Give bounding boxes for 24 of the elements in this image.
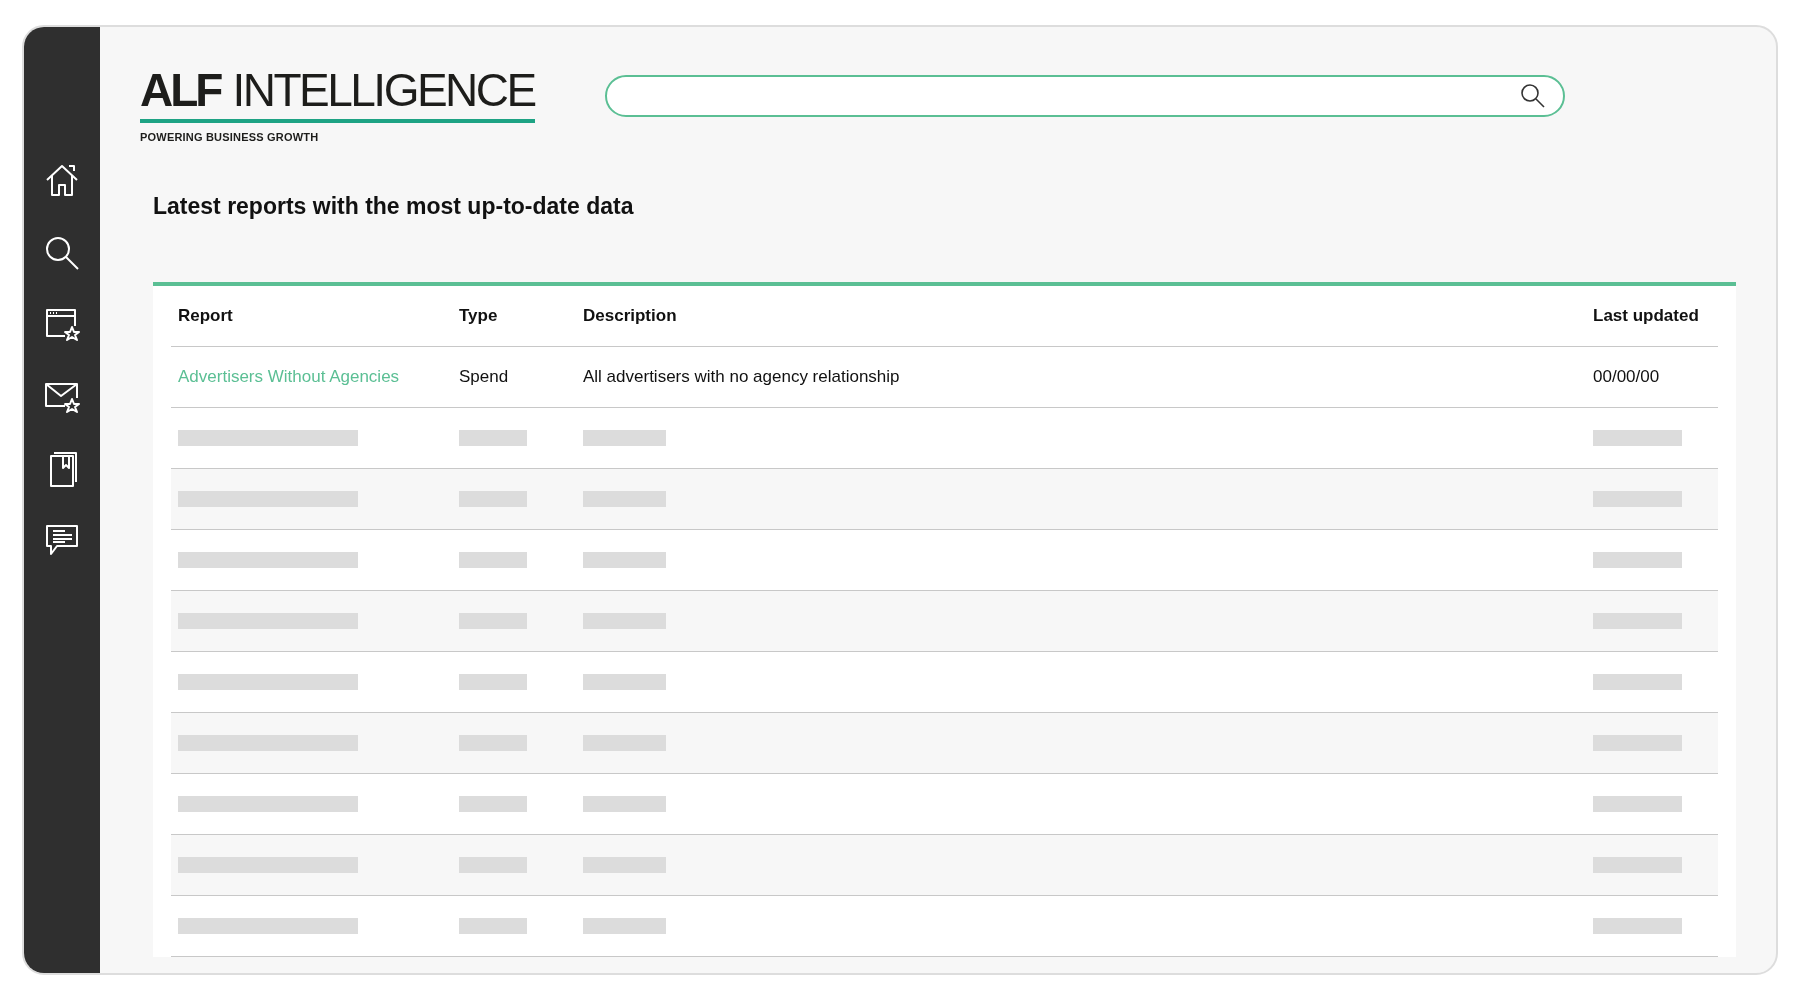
loading-placeholder bbox=[459, 857, 527, 873]
loading-placeholder bbox=[459, 613, 527, 629]
report-link[interactable]: Advertisers Without Agencies bbox=[178, 367, 459, 387]
column-header: Description bbox=[583, 306, 678, 326]
search-icon[interactable] bbox=[43, 234, 81, 272]
tagline: POWERING BUSINESS GROWTH bbox=[140, 131, 320, 143]
section-heading: Latest reports with the most up-to-date data bbox=[153, 193, 634, 220]
loading-placeholder bbox=[459, 674, 527, 690]
table-cell-text: 00/00/00 bbox=[1593, 367, 1661, 387]
loading-placeholder bbox=[459, 430, 527, 446]
loading-placeholder bbox=[459, 735, 527, 751]
logo: ALF INTELLIGENCE bbox=[140, 63, 535, 123]
column-header: Report bbox=[178, 306, 234, 326]
loading-placeholder bbox=[459, 552, 527, 568]
loading-placeholder bbox=[459, 796, 527, 812]
search-icon[interactable] bbox=[1518, 82, 1547, 110]
loading-placeholder bbox=[459, 918, 527, 934]
loading-placeholder bbox=[459, 491, 527, 507]
table-cell-text: All advertisers with no agency relationship bbox=[583, 367, 901, 387]
browser-star-icon[interactable] bbox=[43, 306, 81, 344]
search-field[interactable] bbox=[604, 75, 1565, 117]
column-header: Last updated bbox=[1593, 306, 1700, 326]
column-header: Type bbox=[459, 306, 499, 326]
table-cell-text: Spend bbox=[459, 367, 510, 387]
